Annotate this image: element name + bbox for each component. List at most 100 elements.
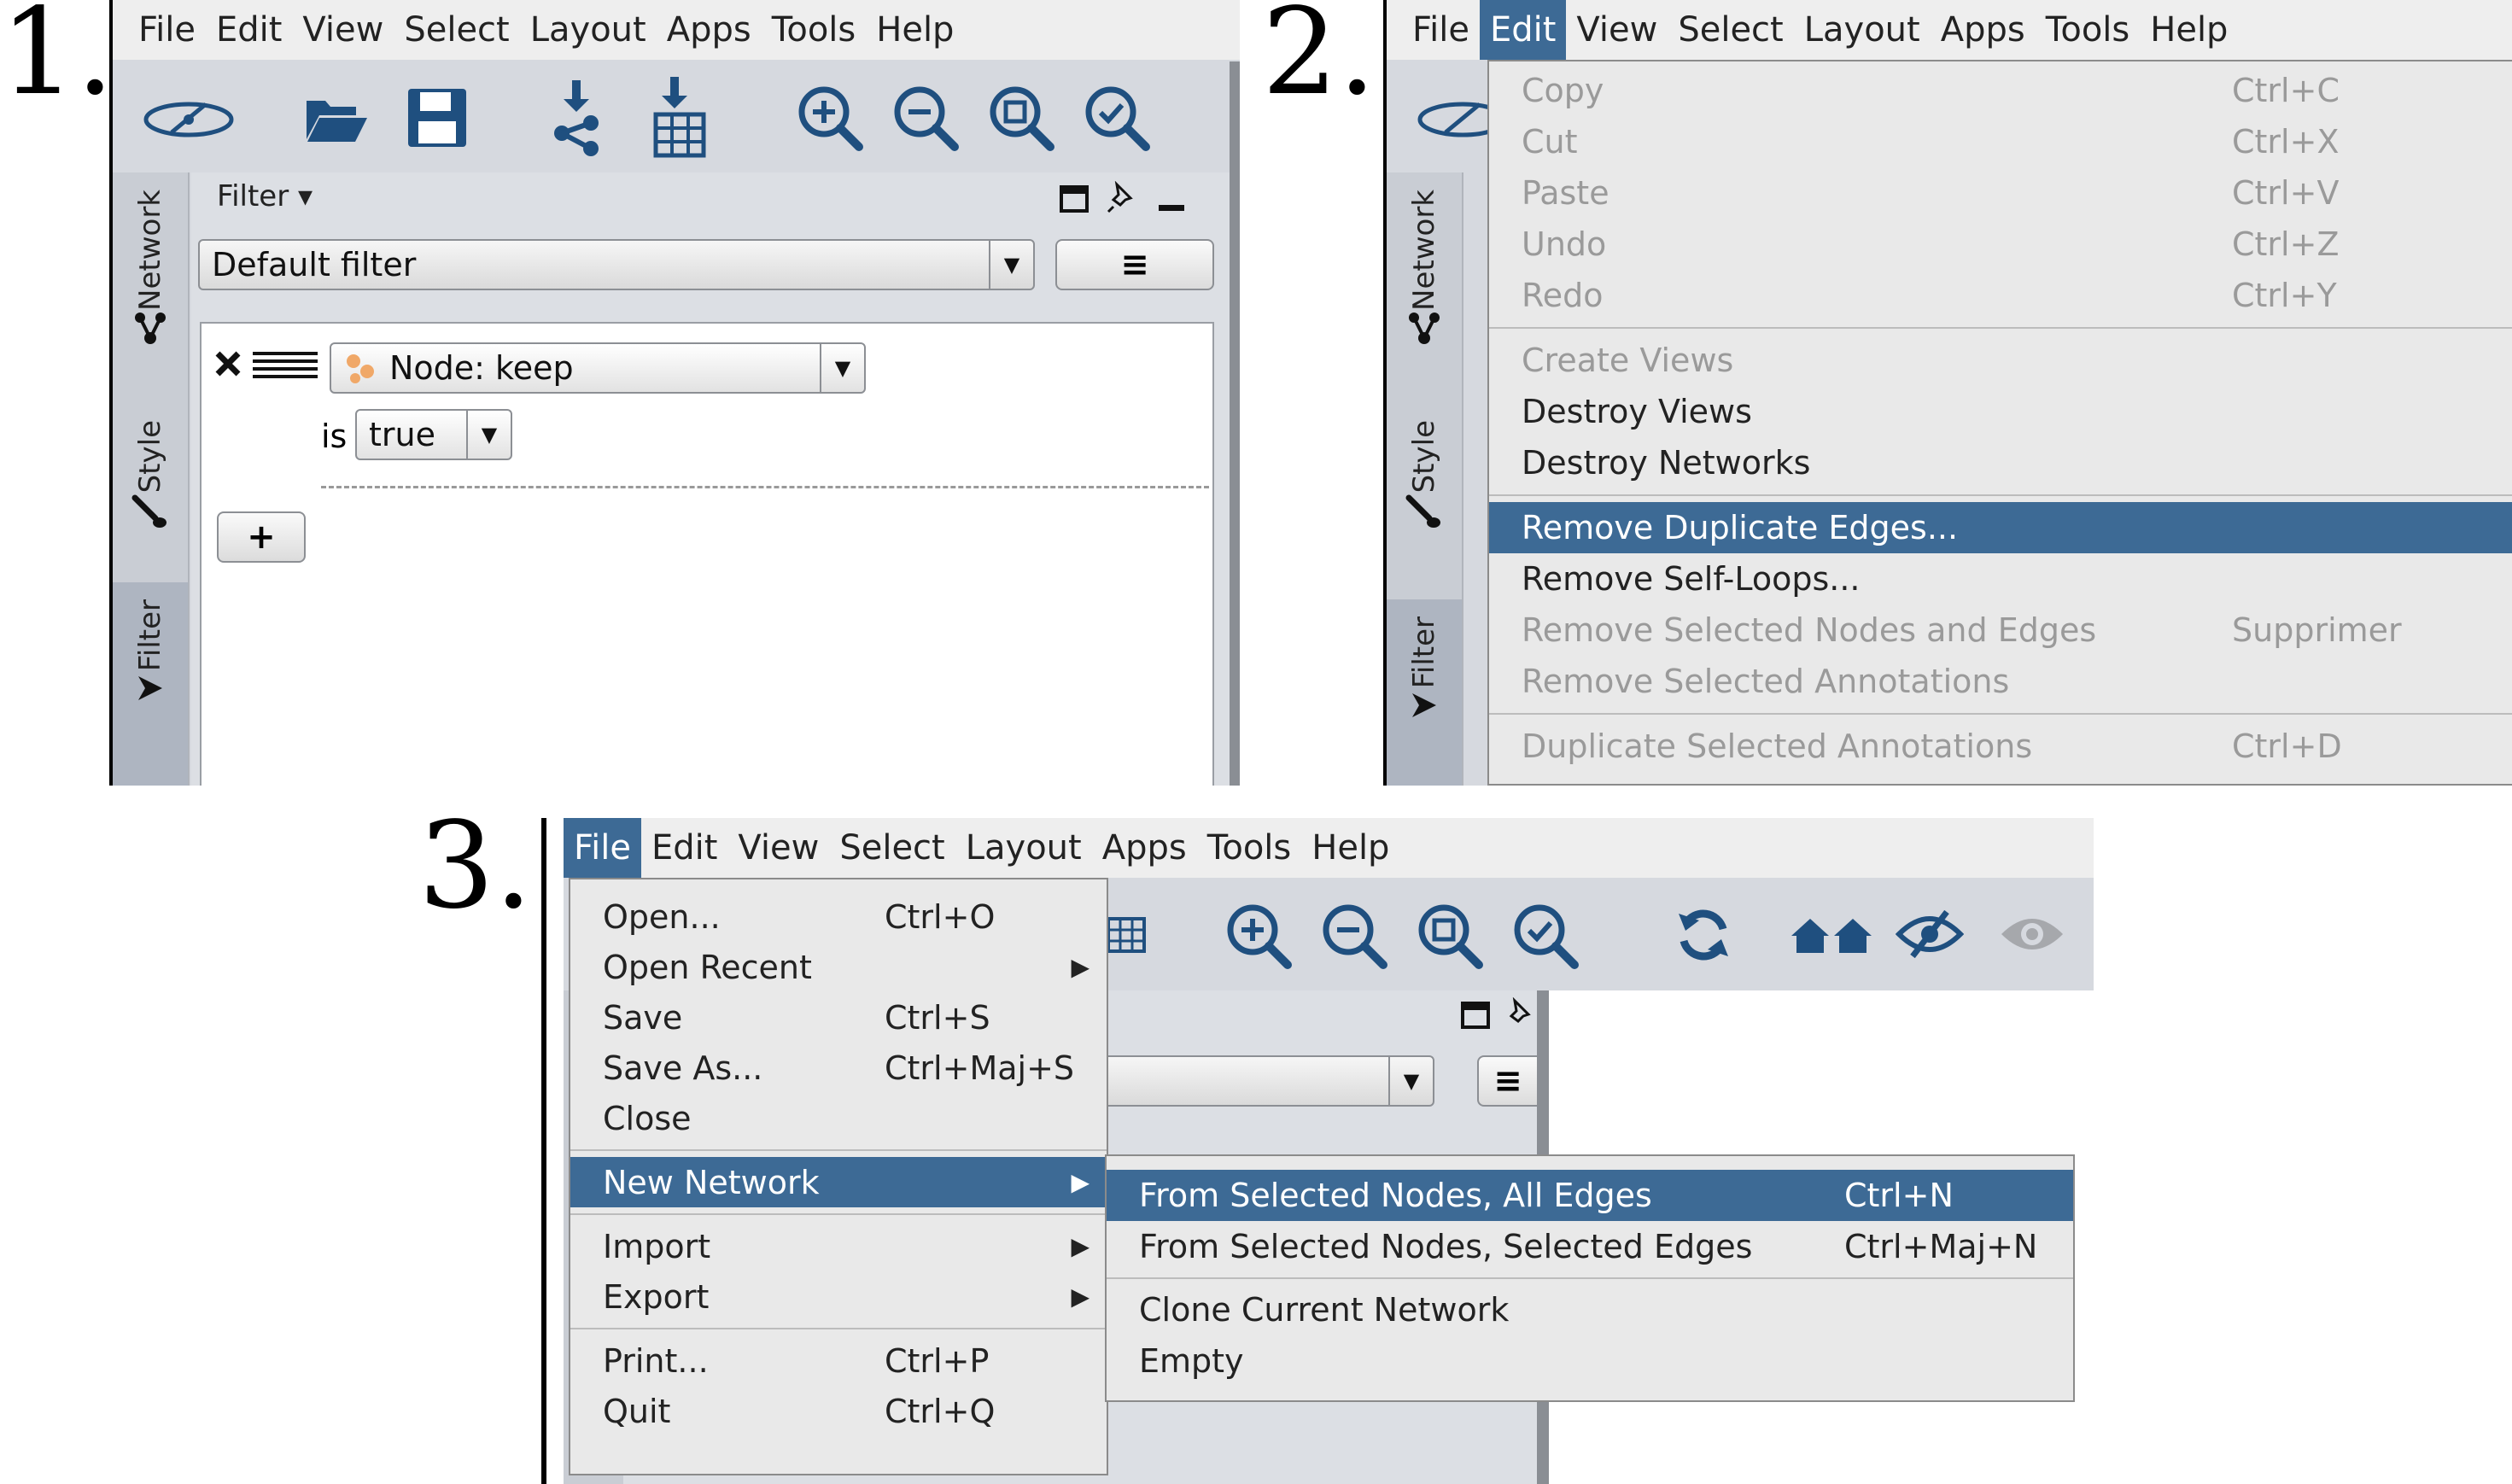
menu-file[interactable]: File (113, 0, 206, 60)
import-network-icon[interactable] (546, 80, 606, 157)
submenu-arrow-icon: ▶ (1071, 1168, 1090, 1196)
menu-item-save-as[interactable]: Save As... Ctrl+Maj+S (570, 1043, 1107, 1093)
filter-panel-title[interactable]: Filter ▾ (217, 179, 313, 213)
tab-style[interactable]: Style (113, 420, 188, 565)
menu-item-new-network[interactable]: New Network ▶ (570, 1157, 1107, 1207)
menu-item-from-selected-nodes-selected-edges[interactable]: From Selected Nodes, Selected Edges Ctrl+… (1107, 1221, 2073, 1272)
menu-view[interactable]: View (727, 818, 829, 878)
menu-layout[interactable]: Layout (520, 0, 657, 60)
tab-network[interactable]: Network (1387, 190, 1462, 394)
menu-view[interactable]: View (292, 0, 394, 60)
menu-item-empty[interactable]: Empty (1107, 1335, 2073, 1387)
minimize-icon[interactable] (1156, 184, 1187, 215)
submenu-arrow-icon: ▶ (1071, 1282, 1090, 1311)
menu-file[interactable]: File (564, 818, 641, 878)
menu-tools[interactable]: Tools (1197, 818, 1302, 878)
default-filter-select[interactable]: Default filter ▼ (198, 239, 1035, 290)
import-table-icon[interactable] (1105, 914, 1148, 956)
menu-item-open[interactable]: Open... Ctrl+O (570, 891, 1107, 942)
hide-eye-icon[interactable] (1896, 909, 1964, 960)
float-window-icon[interactable] (1059, 184, 1090, 215)
menu-view[interactable]: View (1566, 0, 1668, 60)
menu-select[interactable]: Select (829, 818, 955, 878)
cytoscape-logo-icon[interactable] (142, 94, 236, 145)
menu-item-paste[interactable]: Paste Ctrl+V (1489, 167, 2512, 219)
close-icon[interactable] (213, 349, 242, 378)
float-window-icon[interactable] (1460, 1001, 1491, 1031)
node-attribute-select[interactable]: Node: keep ▼ (330, 342, 866, 394)
tab-filter[interactable]: Filter (113, 582, 188, 786)
menu-item-destroy-networks[interactable]: Destroy Networks (1489, 437, 2512, 488)
open-folder-icon[interactable] (302, 84, 371, 152)
chevron-down-icon: ▼ (466, 411, 511, 459)
menu-item-close[interactable]: Close (570, 1093, 1107, 1143)
zoom-in-icon[interactable] (796, 84, 864, 152)
menu-item-duplicate-selected-annotations[interactable]: Duplicate Selected Annotations Ctrl+D (1489, 721, 2512, 772)
menu-item-create-views[interactable]: Create Views (1489, 335, 2512, 386)
zoom-out-icon[interactable] (1320, 902, 1388, 970)
filter-menu-button[interactable]: ≡ (1477, 1055, 1537, 1107)
add-filter-button[interactable]: + (217, 511, 306, 563)
pin-icon[interactable] (1105, 181, 1139, 215)
pin-icon[interactable] (1503, 997, 1537, 1031)
import-table-icon[interactable] (649, 77, 709, 158)
zoom-fit-icon[interactable] (987, 84, 1055, 152)
menu-item-quit[interactable]: Quit Ctrl+Q (570, 1386, 1107, 1436)
drag-handle-icon[interactable] (251, 349, 319, 380)
menu-edit[interactable]: Edit (1479, 0, 1567, 60)
menu-tools[interactable]: Tools (2036, 0, 2141, 60)
submenu-arrow-icon: ▶ (1071, 953, 1090, 981)
filter-icon (1412, 693, 1436, 718)
menu-item-from-selected-nodes-all-edges[interactable]: From Selected Nodes, All Edges Ctrl+N (1107, 1170, 2073, 1221)
menu-item-undo[interactable]: Undo Ctrl+Z (1489, 219, 2512, 270)
menu-item-label: Cut (1522, 123, 1578, 161)
menu-edit[interactable]: Edit (206, 0, 292, 60)
tab-network[interactable]: Network (113, 190, 188, 394)
menu-item-remove-duplicate-edges[interactable]: Remove Duplicate Edges... (1489, 502, 2512, 553)
show-eye-icon[interactable] (1998, 909, 2066, 960)
menu-item-destroy-views[interactable]: Destroy Views (1489, 386, 2512, 437)
menu-item-label: Duplicate Selected Annotations (1522, 727, 2033, 765)
menu-item-print[interactable]: Print... Ctrl+P (570, 1335, 1107, 1386)
menu-apps[interactable]: Apps (657, 0, 762, 60)
zoom-out-icon[interactable] (891, 84, 960, 152)
zoom-in-icon[interactable] (1224, 902, 1293, 970)
menu-layout[interactable]: Layout (955, 818, 1092, 878)
zoom-fit-icon[interactable] (1416, 902, 1484, 970)
menu-apps[interactable]: Apps (1931, 0, 2036, 60)
tab-filter[interactable]: Filter (1387, 599, 1462, 786)
menu-apps[interactable]: Apps (1092, 818, 1197, 878)
save-icon[interactable] (403, 84, 471, 152)
refresh-icon[interactable] (1674, 905, 1733, 965)
menu-edit[interactable]: Edit (641, 818, 727, 878)
menu-item-shortcut: Ctrl+P (885, 1341, 990, 1380)
step-number-2: 2. (1262, 0, 1376, 122)
menu-item-clone-current-network[interactable]: Clone Current Network (1107, 1284, 2073, 1335)
zoom-selected-icon[interactable] (1511, 902, 1580, 970)
menu-item-remove-selected-nodes-and-edges[interactable]: Remove Selected Nodes and Edges Supprimer (1489, 605, 2512, 656)
menu-item-export[interactable]: Export ▶ (570, 1271, 1107, 1322)
menu-item-save[interactable]: Save Ctrl+S (570, 992, 1107, 1043)
tab-style[interactable]: Style (1387, 420, 1462, 565)
menu-file[interactable]: File (1387, 0, 1480, 60)
menu-help[interactable]: Help (866, 0, 964, 60)
menu-item-open-recent[interactable]: Open Recent ▶ (570, 942, 1107, 992)
menu-item-remove-selected-annotations[interactable]: Remove Selected Annotations (1489, 656, 2512, 707)
zoom-selected-icon[interactable] (1083, 84, 1151, 152)
menu-item-copy[interactable]: Copy Ctrl+C (1489, 65, 2512, 116)
menu-help[interactable]: Help (1301, 818, 1399, 878)
menu-item-redo[interactable]: Redo Ctrl+Y (1489, 270, 2512, 321)
menu-layout[interactable]: Layout (1794, 0, 1931, 60)
menu-tools[interactable]: Tools (762, 0, 867, 60)
menu-help[interactable]: Help (2140, 0, 2238, 60)
home-icon[interactable] (1790, 914, 1875, 956)
menu-item-cut[interactable]: Cut Ctrl+X (1489, 116, 2512, 167)
menu-separator (570, 1149, 1107, 1151)
filter-menu-button[interactable]: ≡ (1055, 239, 1214, 290)
menu-item-import[interactable]: Import ▶ (570, 1221, 1107, 1271)
menu-select[interactable]: Select (394, 0, 519, 60)
menu-select[interactable]: Select (1668, 0, 1793, 60)
boolean-value-select[interactable]: true ▼ (355, 409, 512, 460)
menu-item-remove-self-loops[interactable]: Remove Self-Loops... (1489, 553, 2512, 605)
menu-item-shortcut: Ctrl+Z (2232, 225, 2340, 263)
